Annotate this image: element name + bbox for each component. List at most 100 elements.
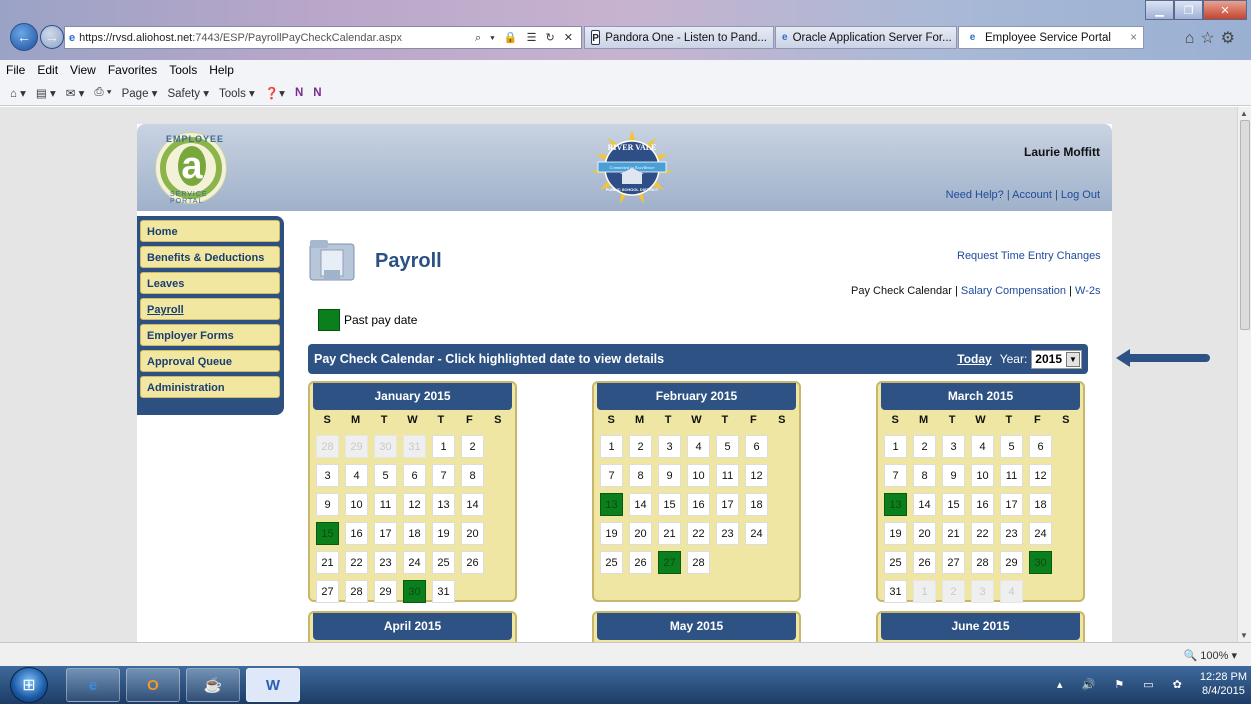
day-of-week-label: W bbox=[975, 414, 986, 426]
day-cell: 14 bbox=[913, 493, 936, 516]
day-of-week-label: M bbox=[919, 414, 929, 426]
day-cell: 23 bbox=[716, 522, 739, 545]
home-icon[interactable]: ⌂ ▾ bbox=[10, 86, 26, 100]
mail-icon[interactable]: ✉ ▾ bbox=[66, 86, 85, 100]
menu-help[interactable]: Help bbox=[209, 63, 234, 77]
user-name: Laurie Moffitt bbox=[1024, 145, 1100, 159]
day-of-week-label: T bbox=[437, 414, 445, 426]
day-of-week-label: T bbox=[721, 414, 729, 426]
tab-employee-portal[interactable]: e Employee Service Portal × bbox=[958, 26, 1144, 49]
nav-employer-forms[interactable]: Employer Forms bbox=[140, 324, 280, 346]
maximize-button[interactable]: ❐ bbox=[1174, 0, 1203, 20]
scroll-down-icon[interactable]: ▼ bbox=[1240, 631, 1248, 640]
month-header: May 2015 bbox=[597, 613, 796, 640]
taskbar-outlook-icon[interactable]: O bbox=[126, 668, 180, 702]
scrollbar-thumb[interactable] bbox=[1240, 120, 1250, 330]
forward-button[interactable]: → bbox=[40, 25, 64, 49]
day-cell: 17 bbox=[374, 522, 397, 545]
day-of-week-label: S bbox=[891, 414, 899, 426]
day-cell: 10 bbox=[345, 493, 368, 516]
tray-icons[interactable]: ▴ 🔊 ⚑ ▭ ✿ bbox=[1057, 678, 1190, 691]
nav-home[interactable]: Home bbox=[140, 220, 280, 242]
tools-menu[interactable]: Tools ▾ bbox=[219, 86, 255, 100]
home-icon[interactable]: ⌂ bbox=[1185, 30, 1201, 47]
safety-menu[interactable]: Safety ▾ bbox=[167, 86, 209, 100]
back-button[interactable]: ← bbox=[10, 23, 38, 51]
other-month-day: 28 bbox=[316, 435, 339, 458]
pay-date-cell[interactable]: 27 bbox=[658, 551, 681, 574]
day-cell: 12 bbox=[1029, 464, 1052, 487]
legend-label: Past pay date bbox=[344, 313, 418, 327]
nav-payroll[interactable]: Payroll bbox=[140, 298, 280, 320]
day-cell: 20 bbox=[629, 522, 652, 545]
feeds-icon[interactable]: ▤ ▾ bbox=[36, 86, 56, 100]
day-cell: 19 bbox=[432, 522, 455, 545]
pay-date-cell[interactable]: 30 bbox=[1029, 551, 1052, 574]
day-cell: 27 bbox=[316, 580, 339, 603]
address-bar[interactable]: e https://rvsd.aliohost.net:7443/ESP/Pay… bbox=[64, 26, 582, 49]
year-select[interactable]: 2015 ▼ bbox=[1031, 349, 1082, 369]
day-cell: 10 bbox=[971, 464, 994, 487]
day-cell: 21 bbox=[942, 522, 965, 545]
day-cell: 9 bbox=[942, 464, 965, 487]
pay-date-cell[interactable]: 15 bbox=[316, 522, 339, 545]
day-of-week-label: M bbox=[635, 414, 645, 426]
nav-leaves[interactable]: Leaves bbox=[140, 272, 280, 294]
favorites-star-icon[interactable]: ☆ bbox=[1200, 30, 1220, 47]
nav-administration[interactable]: Administration bbox=[140, 376, 280, 398]
start-button[interactable]: ⊞ bbox=[10, 667, 48, 703]
river-vale-seal-logo: RIVER VALE Committed to Excellence PUBLI… bbox=[590, 130, 674, 204]
sublink-pay-check-calendar[interactable]: Pay Check Calendar bbox=[851, 285, 952, 297]
day-grid: 28 29 30 31 1 2 3 4 5 6 7 8 9 10 11 12 13 14 15 16 17 18 19 20 2… bbox=[313, 432, 512, 606]
calendar-legend: Past pay date bbox=[318, 309, 417, 331]
minimize-button[interactable]: ▁ bbox=[1145, 0, 1174, 20]
vertical-scrollbar[interactable]: ▲ ▼ bbox=[1237, 107, 1251, 642]
today-link[interactable]: Today bbox=[957, 352, 991, 366]
day-cell: 5 bbox=[716, 435, 739, 458]
taskbar-ie-icon[interactable]: e bbox=[66, 668, 120, 702]
help-icon[interactable]: ❓▾ bbox=[265, 86, 285, 100]
scroll-up-icon[interactable]: ▲ bbox=[1240, 109, 1248, 118]
menu-favorites[interactable]: Favorites bbox=[108, 63, 157, 77]
zoom-level[interactable]: 🔍 100% ▾ bbox=[1184, 649, 1237, 662]
side-navigation: Home Benefits & Deductions Leaves Payrol… bbox=[137, 216, 284, 415]
day-cell: 26 bbox=[629, 551, 652, 574]
close-window-button[interactable]: ✕ bbox=[1203, 0, 1247, 20]
address-controls[interactable]: ⌕ ▾ 🔒 ☰ ↻ ✕ bbox=[475, 31, 581, 45]
page-menu[interactable]: Page ▾ bbox=[122, 86, 158, 100]
day-cell: 18 bbox=[1029, 493, 1052, 516]
day-cell: 22 bbox=[687, 522, 710, 545]
tab-oracle[interactable]: e Oracle Application Server For... bbox=[775, 26, 957, 49]
system-clock[interactable]: 12:28 PM 8/4/2015 bbox=[1200, 670, 1247, 698]
taskbar-java-icon[interactable]: ☕ bbox=[186, 668, 240, 702]
day-of-week-row: SMTWTFS bbox=[881, 414, 1080, 432]
pay-date-cell[interactable]: 30 bbox=[403, 580, 426, 603]
menu-edit[interactable]: Edit bbox=[37, 63, 58, 77]
windows-logo-icon: ⊞ bbox=[22, 677, 36, 694]
month-header: January 2015 bbox=[313, 383, 512, 410]
pay-date-cell[interactable]: 13 bbox=[884, 493, 907, 516]
sublink-salary-compensation[interactable]: Salary Compensation bbox=[961, 285, 1066, 297]
onenote-icon[interactable]: N bbox=[295, 87, 303, 99]
onenote-send-icon[interactable]: N bbox=[313, 87, 321, 99]
nav-benefits-deductions[interactable]: Benefits & Deductions bbox=[140, 246, 280, 268]
nav-approval-queue[interactable]: Approval Queue bbox=[140, 350, 280, 372]
print-icon[interactable]: ⎙ ▾ bbox=[94, 86, 111, 99]
menu-tools[interactable]: Tools bbox=[169, 63, 197, 77]
need-help-link[interactable]: Need Help? bbox=[946, 189, 1004, 201]
account-link[interactable]: Account bbox=[1012, 189, 1052, 201]
day-cell: 4 bbox=[971, 435, 994, 458]
logout-link[interactable]: Log Out bbox=[1061, 189, 1100, 201]
close-tab-icon[interactable]: × bbox=[1130, 32, 1137, 44]
request-time-entry-link[interactable]: Request Time Entry Changes bbox=[957, 250, 1101, 262]
day-cell: 12 bbox=[745, 464, 768, 487]
menu-file[interactable]: File bbox=[6, 63, 25, 77]
taskbar-word-icon[interactable]: W bbox=[246, 668, 300, 702]
sublink-w2s[interactable]: W-2s bbox=[1075, 285, 1100, 297]
settings-gear-icon[interactable]: ⚙ bbox=[1221, 30, 1241, 47]
tab-pandora[interactable]: P Pandora One - Listen to Pand... bbox=[584, 26, 774, 49]
browser-toolbar-icons: ⌂☆⚙ bbox=[1185, 28, 1241, 48]
pay-date-cell[interactable]: 13 bbox=[600, 493, 623, 516]
menu-view[interactable]: View bbox=[70, 63, 96, 77]
day-cell: 14 bbox=[629, 493, 652, 516]
